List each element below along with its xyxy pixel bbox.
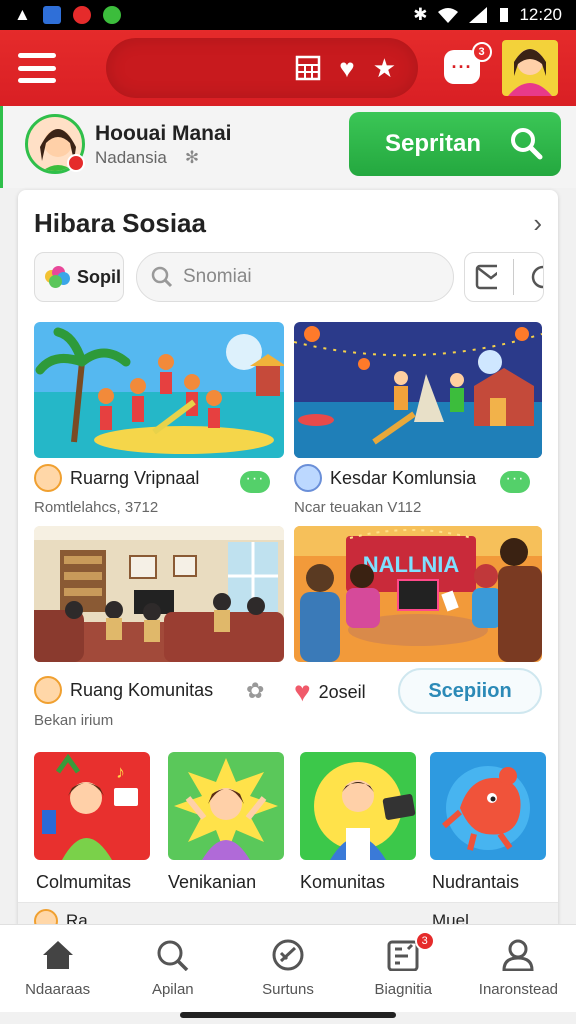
avatar bbox=[34, 464, 62, 492]
room-title: Kesdar Komlunsia bbox=[330, 467, 477, 488]
profile-subtitle-text: Nadansia bbox=[95, 148, 167, 167]
social-card: Hibara Sosiaa › Sopil Snomiai Ruarng Vri… bbox=[18, 190, 558, 930]
chat-button[interactable]: ··· 3 bbox=[444, 42, 492, 84]
status-dot bbox=[67, 154, 85, 172]
signal-icon bbox=[469, 7, 488, 23]
nav-item-activity[interactable]: 3 Biagnitia bbox=[346, 925, 461, 1012]
nav-label: Surtuns bbox=[262, 981, 314, 998]
flower-icon[interactable]: ✿ bbox=[246, 678, 264, 704]
room-meta: Ruang Komunitas bbox=[34, 676, 213, 704]
room-title: Ruarng Vripnaal bbox=[70, 467, 200, 488]
person-icon bbox=[502, 939, 534, 971]
clock: 12:20 bbox=[519, 5, 562, 24]
chip-label: Sopil bbox=[77, 266, 121, 287]
filter-chip[interactable]: Sopil bbox=[34, 252, 124, 302]
nav-item-home[interactable]: Ndaaraas bbox=[0, 925, 115, 1012]
profile-subtitle: Nadansia ✻ bbox=[95, 148, 199, 168]
app-notification-icon bbox=[72, 6, 91, 24]
category-label: Nudrantais bbox=[432, 872, 520, 892]
app-notification-icon bbox=[42, 6, 61, 24]
room-meta: ♥ 2oseil bbox=[294, 676, 366, 708]
room-thumbnail[interactable]: NALLNIA bbox=[294, 526, 542, 662]
profile-strip: Hoouai Manai Nadansia ✻ Sepritan bbox=[0, 106, 576, 188]
nav-label: Biagnitia bbox=[374, 981, 432, 998]
clock-icon bbox=[532, 265, 543, 289]
header-action-group: ♥ ★ bbox=[106, 38, 418, 98]
app-bar: ♥ ★ ··· 3 bbox=[0, 30, 576, 106]
mail-icon bbox=[475, 264, 497, 290]
neon-sign-text: NALLNIA bbox=[363, 552, 460, 577]
heart-icon[interactable]: ♥ bbox=[339, 55, 354, 81]
chat-bubble-icon[interactable]: ··· bbox=[240, 471, 270, 493]
search-icon bbox=[151, 266, 173, 288]
nav-label: Apilan bbox=[151, 981, 194, 998]
room-subtitle: Bekan irium bbox=[34, 712, 114, 729]
bottom-navigation: Ndaaraas Apilan Surtuns 3 Biagnitia Inar… bbox=[0, 924, 576, 1012]
section-title: Hibara Sosiaa bbox=[34, 208, 206, 238]
room-meta: Kesdar Komlunsia bbox=[294, 464, 476, 492]
search-action-label: Sepritan bbox=[385, 130, 482, 157]
warning-icon: ▲ bbox=[14, 5, 31, 24]
notification-badge: 3 bbox=[414, 931, 435, 951]
profile-name: Hoouai Manai bbox=[95, 122, 232, 145]
star-icon[interactable]: ★ bbox=[373, 55, 396, 81]
category-thumbnail[interactable] bbox=[300, 752, 416, 860]
nav-item-search[interactable]: Apilan bbox=[115, 925, 230, 1012]
avatar bbox=[34, 676, 62, 704]
home-indicator[interactable] bbox=[180, 1012, 396, 1018]
wifi-icon bbox=[438, 8, 459, 23]
search-icon bbox=[511, 128, 543, 160]
avatar[interactable] bbox=[502, 40, 558, 96]
room-title: Ruang Komunitas bbox=[70, 679, 214, 700]
search-placeholder: Snomiai bbox=[183, 266, 252, 287]
colorful-logo-icon bbox=[45, 266, 71, 288]
room-subtitle: Romtlelahcs, 3712 bbox=[34, 499, 159, 516]
svg-text:♪: ♪ bbox=[116, 762, 125, 782]
chat-bubble-icon[interactable]: ··· bbox=[500, 471, 530, 493]
search-input[interactable]: Snomiai bbox=[136, 252, 454, 302]
room-meta: Ruarng Vripnaal bbox=[34, 464, 199, 492]
battery-icon bbox=[500, 8, 509, 22]
category-label: Venikanian bbox=[168, 872, 257, 892]
room-thumbnail[interactable] bbox=[34, 322, 284, 458]
menu-icon[interactable] bbox=[18, 53, 56, 83]
explore-button[interactable]: Scepiion bbox=[398, 668, 542, 714]
app-notification-icon bbox=[102, 6, 121, 24]
category-label: Colmumitas bbox=[36, 872, 132, 892]
search-action-button[interactable]: Sepritan bbox=[349, 112, 561, 176]
category-thumbnail[interactable] bbox=[430, 752, 546, 860]
gear-icon[interactable]: ✻ bbox=[185, 148, 199, 167]
nav-item-profile[interactable]: Inaronstead bbox=[461, 925, 576, 1012]
category-label: Komunitas bbox=[300, 872, 386, 892]
room-thumbnail[interactable] bbox=[34, 526, 284, 662]
room-title: 2oseil bbox=[318, 681, 366, 702]
room-thumbnail[interactable] bbox=[294, 322, 542, 458]
home-icon bbox=[42, 941, 73, 969]
bluetooth-icon: ✱ bbox=[413, 5, 428, 24]
room-subtitle: Ncar teuakan V112 bbox=[294, 499, 422, 516]
search-icon bbox=[157, 940, 189, 971]
nav-label: Inaronstead bbox=[478, 981, 559, 998]
avatar bbox=[294, 464, 322, 492]
status-bar: ▲ ✱ 12:20 bbox=[0, 0, 576, 30]
mail-button[interactable] bbox=[464, 252, 544, 302]
category-thumbnail[interactable] bbox=[168, 752, 284, 860]
category-thumbnail[interactable]: ♪ bbox=[34, 752, 150, 860]
nav-label: Ndaaraas bbox=[25, 981, 91, 998]
nav-item-explore[interactable]: Surtuns bbox=[230, 925, 345, 1012]
notification-badge: 3 bbox=[472, 42, 492, 62]
grid-icon[interactable] bbox=[295, 55, 321, 81]
chevron-right-icon[interactable]: › bbox=[533, 208, 542, 239]
compass-icon bbox=[272, 939, 304, 971]
heart-icon[interactable]: ♥ bbox=[294, 676, 311, 708]
